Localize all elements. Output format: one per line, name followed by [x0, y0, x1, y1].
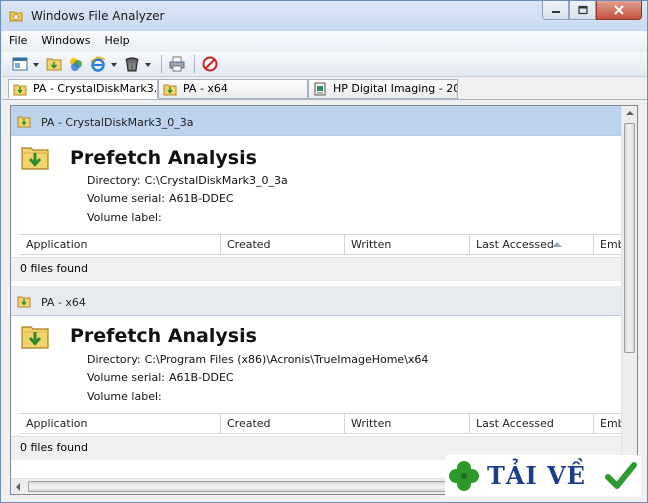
stop-button[interactable] [200, 54, 220, 74]
horizontal-scroll-thumb[interactable] [28, 481, 448, 492]
prefetch-small-icon [17, 116, 31, 128]
column-application[interactable]: Application [20, 414, 221, 433]
tab-hp-digital-imaging[interactable]: HP Digital Imaging - 20... [308, 79, 458, 99]
sort-ascending-icon [552, 242, 562, 247]
section-header[interactable]: PA - CrystalDiskMark3_0_3a [11, 106, 623, 136]
prefetch-small-icon [17, 296, 31, 308]
maximize-button[interactable] [569, 1, 596, 20]
prefetch-doc-icon [13, 84, 27, 96]
analysis-heading: Prefetch Analysis [70, 325, 257, 347]
recycle-bin-dropdown[interactable] [144, 54, 152, 74]
tab-label: PA - CrystalDiskMark3... [33, 82, 158, 95]
tab-label: PA - x64 [183, 82, 228, 95]
prefetch-button[interactable] [44, 54, 64, 74]
prefetch-analysis-icon [21, 147, 49, 170]
column-created[interactable]: Created [221, 235, 345, 254]
analysis-content[interactable]: PA - CrystalDiskMark3_0_3a Prefetch Anal… [10, 105, 638, 495]
analysis-heading: Prefetch Analysis [70, 147, 257, 169]
internet-dropdown[interactable] [110, 54, 118, 74]
file-grid-header: Application Created Written Last Accesse… [20, 413, 623, 434]
directory-line: Directory: C:\CrystalDiskMark3_0_3a [87, 174, 288, 187]
menu-bar: File Windows Help [2, 31, 647, 51]
window-list-icon [12, 57, 28, 71]
volume-label-label: Volume label: [87, 390, 162, 403]
open-window-button[interactable] [10, 54, 30, 74]
section-title: PA - x64 [41, 296, 86, 309]
volume-serial-label: Volume serial: [87, 371, 165, 384]
column-application[interactable]: Application [20, 235, 221, 254]
taive-watermark: TẢI VỀ [445, 455, 641, 497]
vertical-scroll-thumb[interactable] [624, 123, 635, 353]
column-last-accessed[interactable]: Last Accessed [470, 414, 594, 433]
print-icon [169, 56, 185, 72]
volume-label-line: Volume label: [87, 211, 166, 224]
document-icon [314, 82, 326, 96]
column-label: Last Accessed [476, 238, 554, 251]
column-embedded[interactable]: Emb [594, 235, 623, 254]
menu-help[interactable]: Help [98, 31, 137, 51]
files-found-status: 0 files found [11, 257, 623, 281]
close-icon [614, 5, 624, 15]
window-list-dropdown[interactable] [32, 54, 40, 74]
directory-label: Directory: [87, 174, 141, 187]
volume-serial-label: Volume serial: [87, 192, 165, 205]
tab-crystaldiskmark[interactable]: PA - CrystalDiskMark3... [8, 79, 158, 99]
maximize-icon [577, 5, 588, 15]
column-embedded[interactable]: Emb [594, 414, 623, 433]
menu-file[interactable]: File [2, 31, 34, 51]
column-label: Last Accessed [476, 417, 554, 430]
recycle-bin-button[interactable] [122, 54, 142, 74]
internet-button[interactable] [88, 54, 108, 74]
volume-label-line: Volume label: [87, 390, 166, 403]
watermark-text: TẢI VỀ [487, 461, 586, 490]
prefetch-icon [46, 58, 62, 71]
volume-label-label: Volume label: [87, 211, 162, 224]
checkmark-icon [605, 462, 637, 489]
minimize-icon [551, 11, 560, 13]
volume-serial-value: A61B-DDEC [169, 192, 234, 205]
print-button[interactable] [167, 54, 187, 74]
prefetch-analysis-icon [21, 326, 49, 349]
section-header[interactable]: PA - x64 [11, 286, 623, 316]
tab-x64[interactable]: PA - x64 [158, 79, 308, 99]
app-window: Windows File Analyzer File Windows Help [0, 0, 648, 503]
close-button[interactable] [596, 1, 642, 20]
toolbar-separator [161, 55, 162, 73]
clover-icon [449, 461, 479, 491]
menu-windows[interactable]: Windows [34, 31, 97, 51]
directory-label: Directory: [87, 353, 141, 366]
tab-label: HP Digital Imaging - 20... [333, 82, 458, 95]
column-created[interactable]: Created [221, 414, 345, 433]
column-written[interactable]: Written [345, 235, 470, 254]
directory-value: C:\CrystalDiskMark3_0_3a [144, 174, 288, 187]
scroll-up-icon[interactable] [626, 111, 634, 115]
column-written[interactable]: Written [345, 414, 470, 433]
volume-serial-line: Volume serial: A61B-DDEC [87, 371, 234, 384]
file-grid-header: Application Created Written Last Accesse… [20, 234, 623, 255]
prefetch-doc-icon [163, 84, 177, 96]
section-title: PA - CrystalDiskMark3_0_3a [41, 116, 194, 129]
window-title: Windows File Analyzer [31, 9, 165, 23]
colors-button[interactable] [66, 54, 86, 74]
colors-icon [70, 58, 82, 71]
toolbar [2, 52, 647, 77]
directory-value: C:\Program Files (x86)\Acronis\TrueImage… [144, 353, 429, 366]
directory-line: Directory: C:\Program Files (x86)\Acronis… [87, 353, 428, 366]
stop-icon [202, 56, 218, 72]
vertical-scrollbar[interactable] [621, 106, 637, 479]
minimize-button[interactable] [542, 1, 569, 20]
toolbar-separator [194, 55, 195, 73]
internet-explorer-icon [90, 56, 106, 72]
title-bar[interactable]: Windows File Analyzer [1, 1, 647, 31]
volume-serial-value: A61B-DDEC [169, 371, 234, 384]
document-tabstrip: PA - CrystalDiskMark3... PA - x64 HP Dig… [2, 78, 647, 100]
window-controls [542, 1, 642, 21]
column-last-accessed[interactable]: Last Accessed [470, 235, 594, 254]
app-folder-icon [9, 11, 23, 22]
trash-icon [125, 57, 139, 72]
volume-serial-line: Volume serial: A61B-DDEC [87, 192, 234, 205]
scroll-left-icon[interactable] [16, 483, 20, 491]
